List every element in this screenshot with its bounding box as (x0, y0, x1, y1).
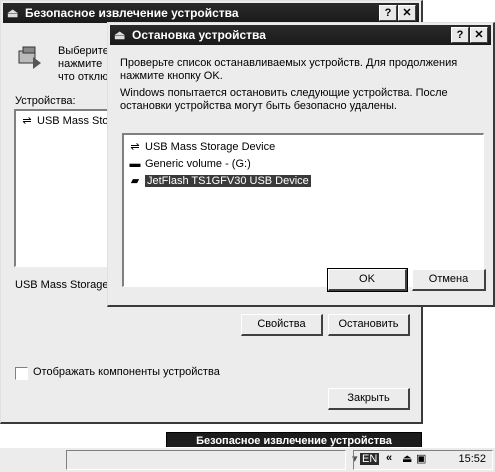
device-item[interactable]: ⇌ USB Mass Stor (20, 113, 112, 129)
usb-icon: ⇌ (130, 141, 140, 153)
show-components-checkbox[interactable] (15, 367, 28, 380)
tray-expand-chevron-icon[interactable]: « (386, 452, 392, 464)
intro-text-line3: что отклю (58, 71, 109, 83)
help-button[interactable]: ? (379, 5, 397, 21)
cancel-button[interactable]: Отмена (412, 269, 486, 291)
info-line2: остановки устройства могут быть безопасн… (120, 100, 397, 112)
status-text: USB Mass Storage (15, 279, 109, 291)
volume-icon: ▬ (129, 158, 141, 170)
stop-button[interactable]: Остановить (328, 314, 410, 336)
eject-icon: ⏏ (114, 28, 126, 42)
system-tray: EN « ⏏ ▣ 15:52 (353, 450, 493, 470)
language-indicator[interactable]: EN (360, 453, 380, 465)
hardware-icon (15, 43, 43, 71)
dialog-help-button[interactable]: ? (451, 27, 469, 43)
taskbar: ▾ EN « ⏏ ▣ 15:52 (0, 447, 495, 472)
device-item-usb[interactable]: ⇌ USB Mass Storage Device (128, 139, 275, 155)
close-dialog-button[interactable]: Закрыть (328, 388, 410, 410)
clock[interactable]: 15:52 (458, 453, 486, 465)
usb-icon: ⇌ (22, 115, 32, 127)
taskbar-button-slot[interactable] (66, 450, 346, 470)
info-line1: Windows попытается остановить следующие … (120, 87, 448, 99)
stop-device-list[interactable]: ⇌ USB Mass Storage Device ▬ Generic volume… (122, 133, 484, 287)
show-components-label[interactable]: Отображать компоненты устройства (33, 366, 220, 378)
properties-button[interactable]: Свойства (241, 314, 323, 336)
stop-device-titlebar[interactable]: ⏏ Остановка устройства ? ✕ (110, 25, 491, 45)
devices-label: Устройства: (15, 95, 76, 107)
flash-drive-icon: ▰ (130, 175, 140, 187)
network-icon[interactable]: ▣ (416, 452, 426, 465)
device-list[interactable]: ⇌ USB Mass Stor (14, 109, 114, 267)
intro-text-line1: Выберите (58, 45, 109, 57)
safely-remove-hardware-icon[interactable]: ⏏ (402, 452, 412, 465)
device-item-volume[interactable]: ▬ Generic volume - (G:) (128, 156, 251, 172)
dialog-close-button[interactable]: ✕ (470, 27, 488, 43)
window-title: Безопасное извлечение устройства (25, 6, 239, 20)
safely-remove-titlebar[interactable]: ⏏ Безопасное извлечение устройства ? ✕ (3, 3, 419, 23)
close-button[interactable]: ✕ (398, 5, 416, 21)
stop-device-dialog: ⏏ Остановка устройства ? ✕ Проверьте спи… (107, 22, 495, 307)
instruction-line1: Проверьте список останавливаемых устройс… (120, 57, 458, 69)
dialog-title: Остановка устройства (132, 28, 266, 42)
ok-button[interactable]: OK (327, 268, 408, 292)
intro-text-line2: нажмите (58, 58, 103, 70)
device-item-jetflash[interactable]: ▰ JetFlash TS1GFV30 USB Device (128, 173, 311, 189)
instruction-line2: нажмите кнопку OK. (120, 70, 223, 82)
eject-icon: ⏏ (7, 6, 19, 20)
